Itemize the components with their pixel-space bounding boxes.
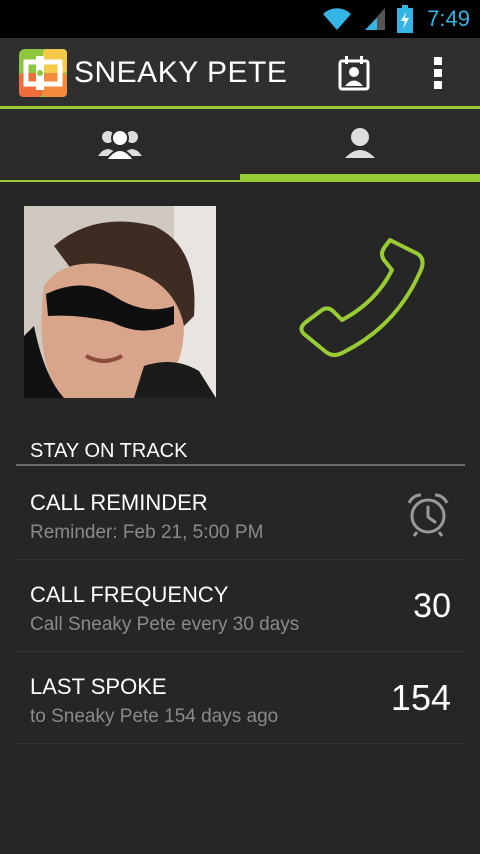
section-header: STAY ON TRACK <box>30 440 188 462</box>
row-subtitle: Call Sneaky Pete every 30 days <box>30 614 300 635</box>
status-bar: 7:49 <box>0 0 480 38</box>
row-call-reminder[interactable]: CALL REMINDER Reminder: Feb 21, 5:00 PM <box>16 468 465 560</box>
status-time: 7:49 <box>427 6 470 31</box>
battery-charging-icon <box>397 5 414 33</box>
row-subtitle: Reminder: Feb 21, 5:00 PM <box>30 522 264 543</box>
action-bar: SNEAKY PETE <box>0 38 480 108</box>
last-spoke-value: 154 <box>390 677 451 718</box>
alarm-clock-icon[interactable] <box>405 468 451 560</box>
row-title: CALL REMINDER <box>30 490 208 515</box>
row-last-spoke[interactable]: LAST SPOKE to Sneaky Pete 154 days ago 1… <box>16 652 465 744</box>
row-title: LAST SPOKE <box>30 674 167 699</box>
row-divider <box>16 743 465 744</box>
tab-group[interactable] <box>0 109 240 180</box>
group-icon <box>98 126 142 164</box>
row-call-frequency[interactable]: CALL FREQUENCY Call Sneaky Pete every 30… <box>16 560 465 652</box>
contact-photo[interactable] <box>24 206 216 398</box>
tab-bar-underline <box>0 180 480 182</box>
call-button[interactable] <box>292 232 432 372</box>
row-title: CALL FREQUENCY <box>30 582 229 607</box>
wifi-icon <box>321 6 353 32</box>
calendar-contact-icon[interactable] <box>324 38 384 108</box>
tab-bar <box>0 109 480 180</box>
section-divider <box>16 464 465 466</box>
overflow-menu-icon[interactable] <box>408 38 468 108</box>
person-icon <box>345 126 375 164</box>
tab-person[interactable] <box>240 109 480 180</box>
app-logo[interactable] <box>18 48 68 98</box>
signal-icon <box>363 6 387 32</box>
frequency-value: 30 <box>413 586 451 625</box>
row-subtitle: to Sneaky Pete 154 days ago <box>30 706 279 727</box>
phone-icon <box>292 230 432 374</box>
app-title: SNEAKY PETE <box>74 56 288 89</box>
